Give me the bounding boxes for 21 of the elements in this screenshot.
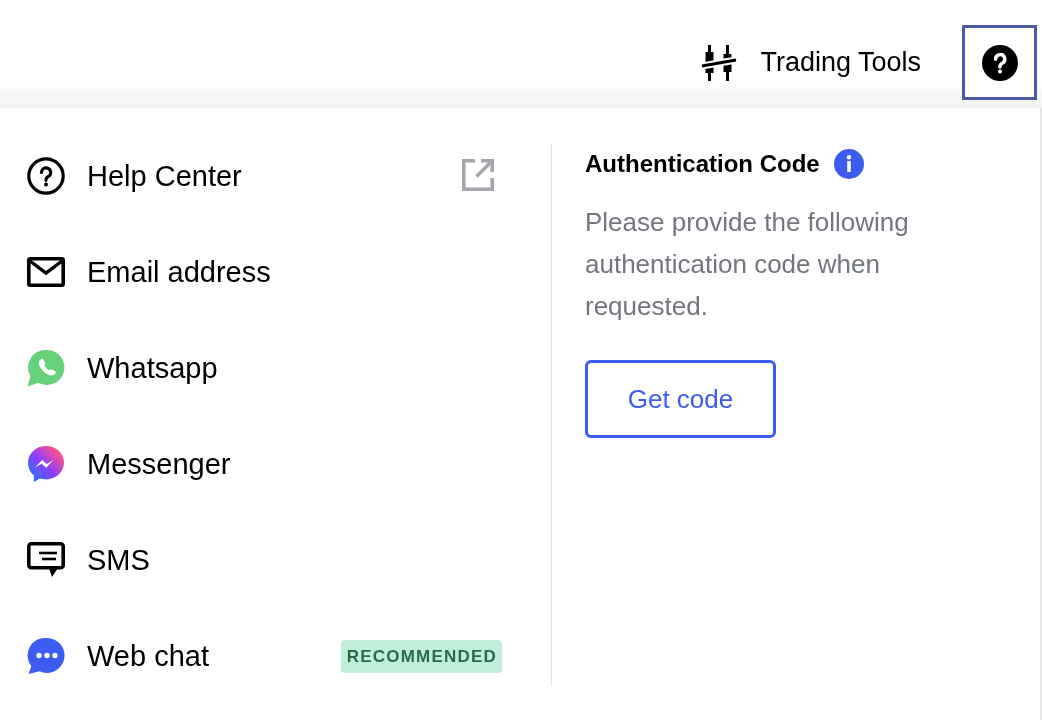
menu-item[interactable]: Whatsapp: [27, 320, 502, 416]
envelope-icon: [27, 257, 65, 287]
phone-bubble-icon: [27, 349, 65, 387]
trading-tools-button[interactable]: Trading Tools: [701, 25, 921, 100]
help-icon: [981, 44, 1018, 81]
question-circle-icon: [27, 157, 65, 195]
help-button[interactable]: [962, 25, 1037, 100]
menu-item[interactable]: Email address: [27, 224, 502, 320]
menu-item[interactable]: Messenger: [27, 416, 502, 512]
menu-item[interactable]: Web chat RECOMMENDED: [27, 608, 502, 704]
recommended-tag: RECOMMENDED: [340, 639, 502, 673]
menu-item[interactable]: Help Center: [27, 128, 502, 224]
message-lines-icon: [27, 542, 65, 578]
get-code-button[interactable]: Get code: [585, 360, 776, 438]
description-text: Please provide the following authentication code when requested.: [585, 206, 910, 323]
chat-dots-icon: [27, 637, 65, 675]
candlestick-icon: [701, 44, 738, 82]
section-title: Authentication Code: [585, 149, 820, 179]
lightning-bubble-icon: [27, 445, 65, 483]
info-icon[interactable]: [833, 149, 864, 179]
menu-item[interactable]: SMS: [27, 512, 502, 608]
